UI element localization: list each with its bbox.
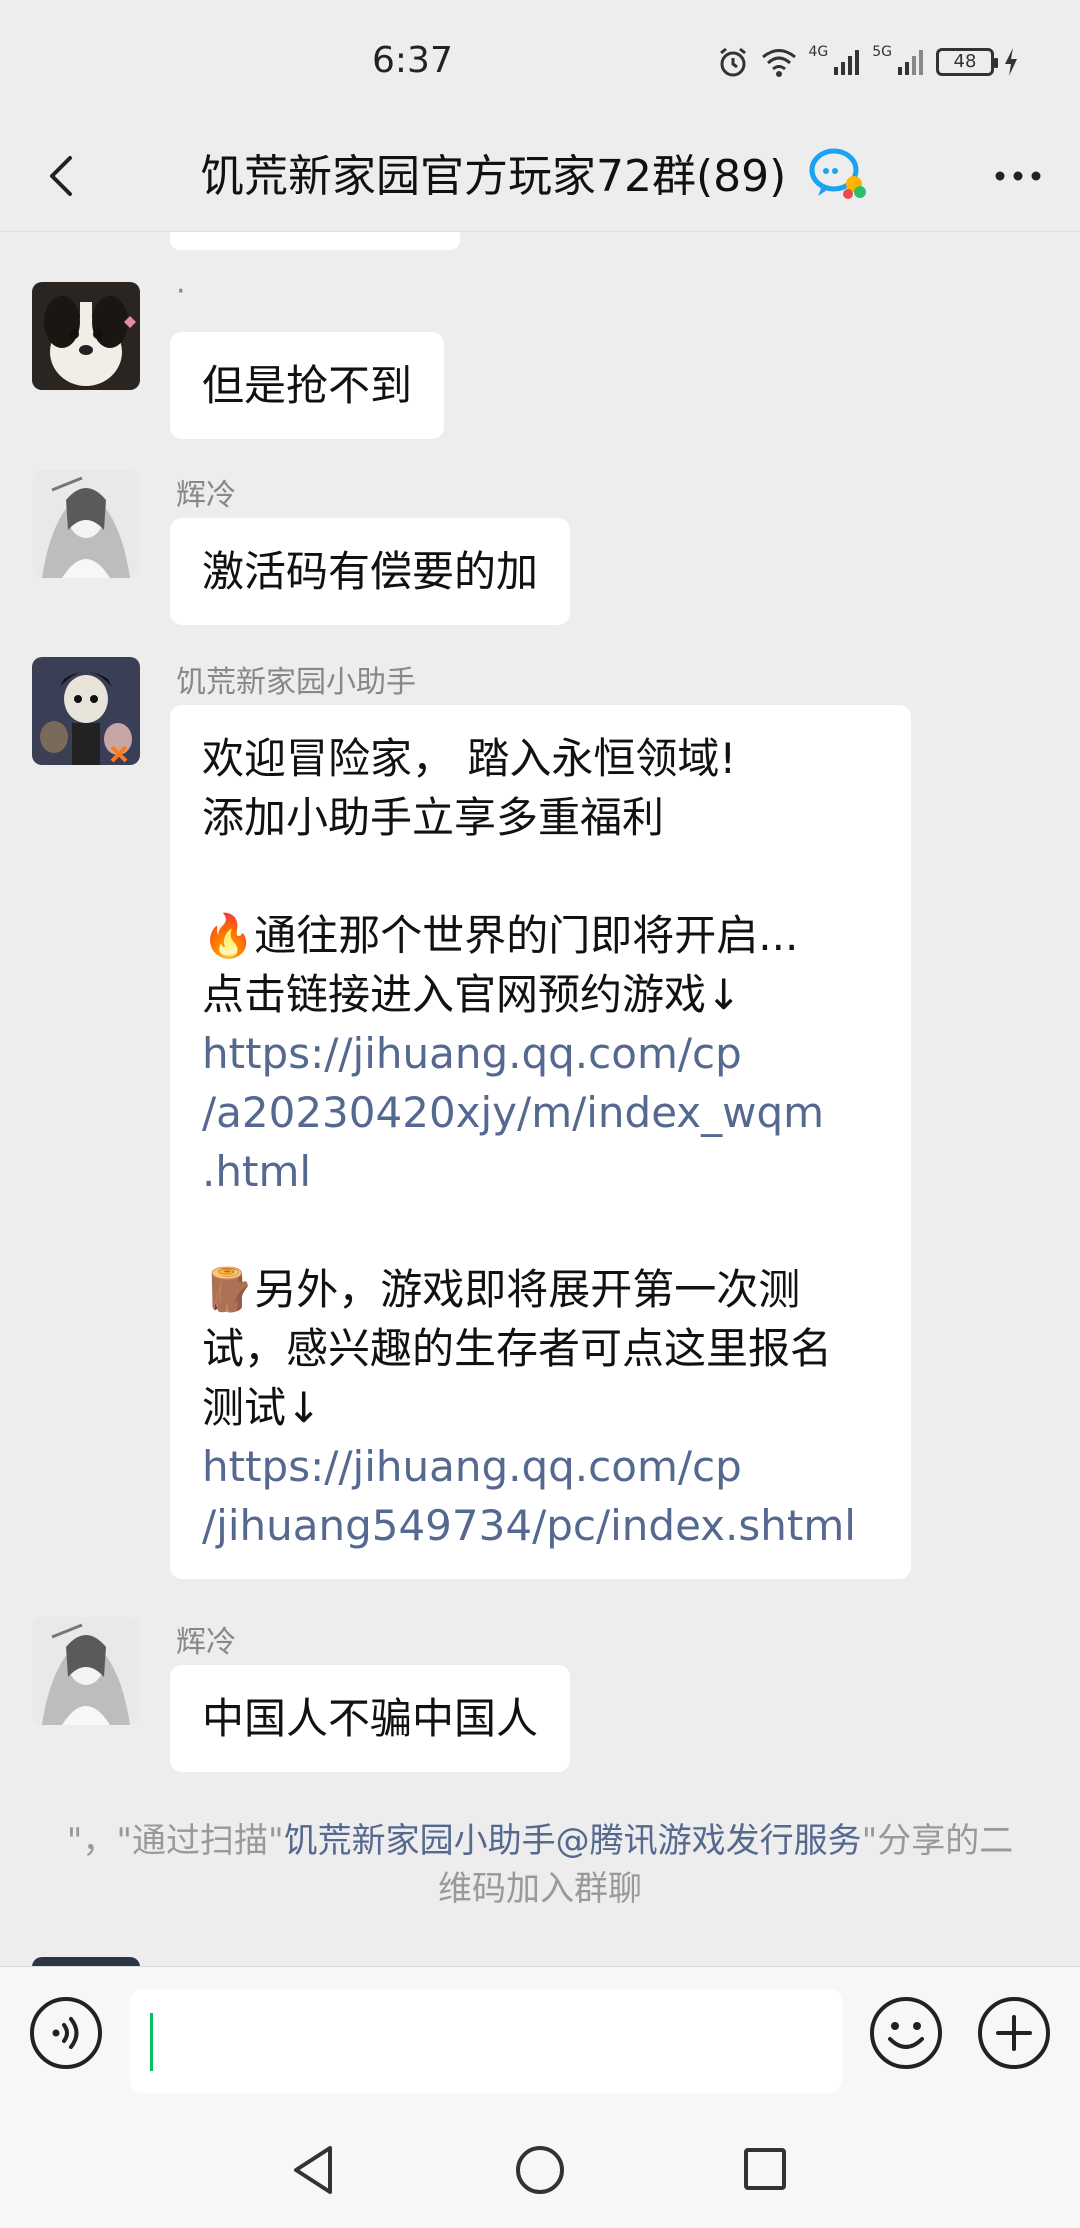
sender-name: 辉冷	[176, 478, 236, 513]
chat-header: 饥荒新家园官方玩家72群(89)	[0, 120, 1080, 232]
message-text: 点击链接进入官网预约游戏↓	[202, 970, 742, 1019]
wifi-icon	[762, 49, 797, 77]
avatar-partial[interactable]	[32, 1957, 140, 1966]
network-5g-label: 5G	[872, 44, 892, 60]
avatar[interactable]	[32, 1617, 140, 1725]
nav-recent-icon[interactable]	[742, 2146, 788, 2192]
message-text: 试，感兴趣的生存者可点这里报名	[202, 1324, 833, 1373]
message-bubble-partial[interactable]	[170, 232, 460, 250]
message-bubble[interactable]: 中国人不骗中国人	[170, 1665, 571, 1772]
system-notice-prefix: "，"通过扫描"	[66, 1821, 284, 1861]
chevron-left-icon[interactable]	[30, 144, 94, 208]
message-text: 但是抢不到	[202, 361, 413, 410]
message-link[interactable]: /jihuang549734/pc/index.shtml	[202, 1496, 879, 1555]
sender-name: ·	[176, 274, 186, 309]
voice-icon[interactable]	[28, 1995, 104, 2071]
message-text: 🪵另外，游戏即将展开第一次测	[202, 1265, 801, 1314]
charging-icon	[1005, 48, 1017, 76]
ink-figure-avatar-icon	[32, 470, 140, 578]
message-link[interactable]: /a20230420xjy/m/index_wqm	[202, 1083, 879, 1142]
message-bubble[interactable]: 激活码有偿要的加	[170, 518, 571, 625]
system-nav-bar	[0, 2108, 1080, 2228]
message-text: 欢迎冒险家， 踏入永恒领域!	[202, 734, 737, 783]
nav-back-icon[interactable]	[288, 2142, 338, 2198]
avatar[interactable]	[32, 282, 140, 390]
status-bar: 6:37 4G 5G 48	[0, 0, 1080, 120]
message-text: 激活码有偿要的加	[202, 547, 539, 596]
message-bubble[interactable]: 但是抢不到	[170, 332, 445, 439]
system-notice-link[interactable]: 饥荒新家园小助手@腾讯游戏发行服务	[284, 1821, 862, 1861]
message-text: 添加小助手立享多重福利	[202, 793, 665, 842]
sender-name: 饥荒新家园小助手	[176, 665, 416, 700]
chat-bubble-icon[interactable]	[808, 144, 870, 204]
alarm-icon	[720, 47, 747, 77]
emoji-icon[interactable]	[868, 1995, 944, 2071]
sender-name: 辉冷	[176, 1625, 236, 1660]
message-text: 测试↓	[202, 1383, 322, 1432]
message-bubble[interactable]: 欢迎冒险家， 踏入永恒领域! 添加小助手立享多重福利 🔥通往那个世界的门即将开启…	[170, 705, 911, 1579]
game-character-avatar-icon	[32, 657, 140, 765]
message-link[interactable]: https://jihuang.qq.com/cp	[202, 1437, 879, 1496]
message-text: 中国人不骗中国人	[202, 1694, 539, 1743]
signal-icon-2	[898, 50, 923, 75]
message-link[interactable]: .html	[202, 1142, 879, 1201]
status-time: 6:37	[372, 40, 453, 81]
ink-figure-avatar-icon	[32, 1617, 140, 1725]
message-input[interactable]	[130, 1989, 842, 2093]
input-bar	[0, 1966, 1080, 2108]
dog-avatar-icon	[32, 282, 140, 390]
plus-icon[interactable]	[976, 1995, 1052, 2071]
chat-message-list[interactable]: · 但是抢不到 辉冷 激活码有偿要的加 饥荒新家园小助手 欢迎冒险家， 踏入永恒…	[0, 232, 1080, 1966]
status-icons: 4G 5G 48	[716, 44, 1018, 80]
text-caret	[150, 2013, 153, 2071]
more-dots-icon[interactable]	[986, 146, 1050, 206]
system-notice: "，"通过扫描"饥荒新家园小助手@腾讯游戏发行服务"分享的二维码加入群聊	[60, 1817, 1020, 1913]
network-4g-label: 4G	[808, 44, 829, 60]
signal-icon	[834, 50, 860, 75]
avatar[interactable]	[32, 657, 140, 765]
page-title: 饥荒新家园官方玩家72群(89)	[200, 151, 787, 202]
avatar[interactable]	[32, 470, 140, 578]
message-text: 🔥通往那个世界的门即将开启...	[202, 911, 799, 960]
battery-indicator: 48	[936, 48, 998, 76]
nav-home-icon[interactable]	[514, 2144, 566, 2196]
message-link[interactable]: https://jihuang.qq.com/cp	[202, 1024, 879, 1083]
